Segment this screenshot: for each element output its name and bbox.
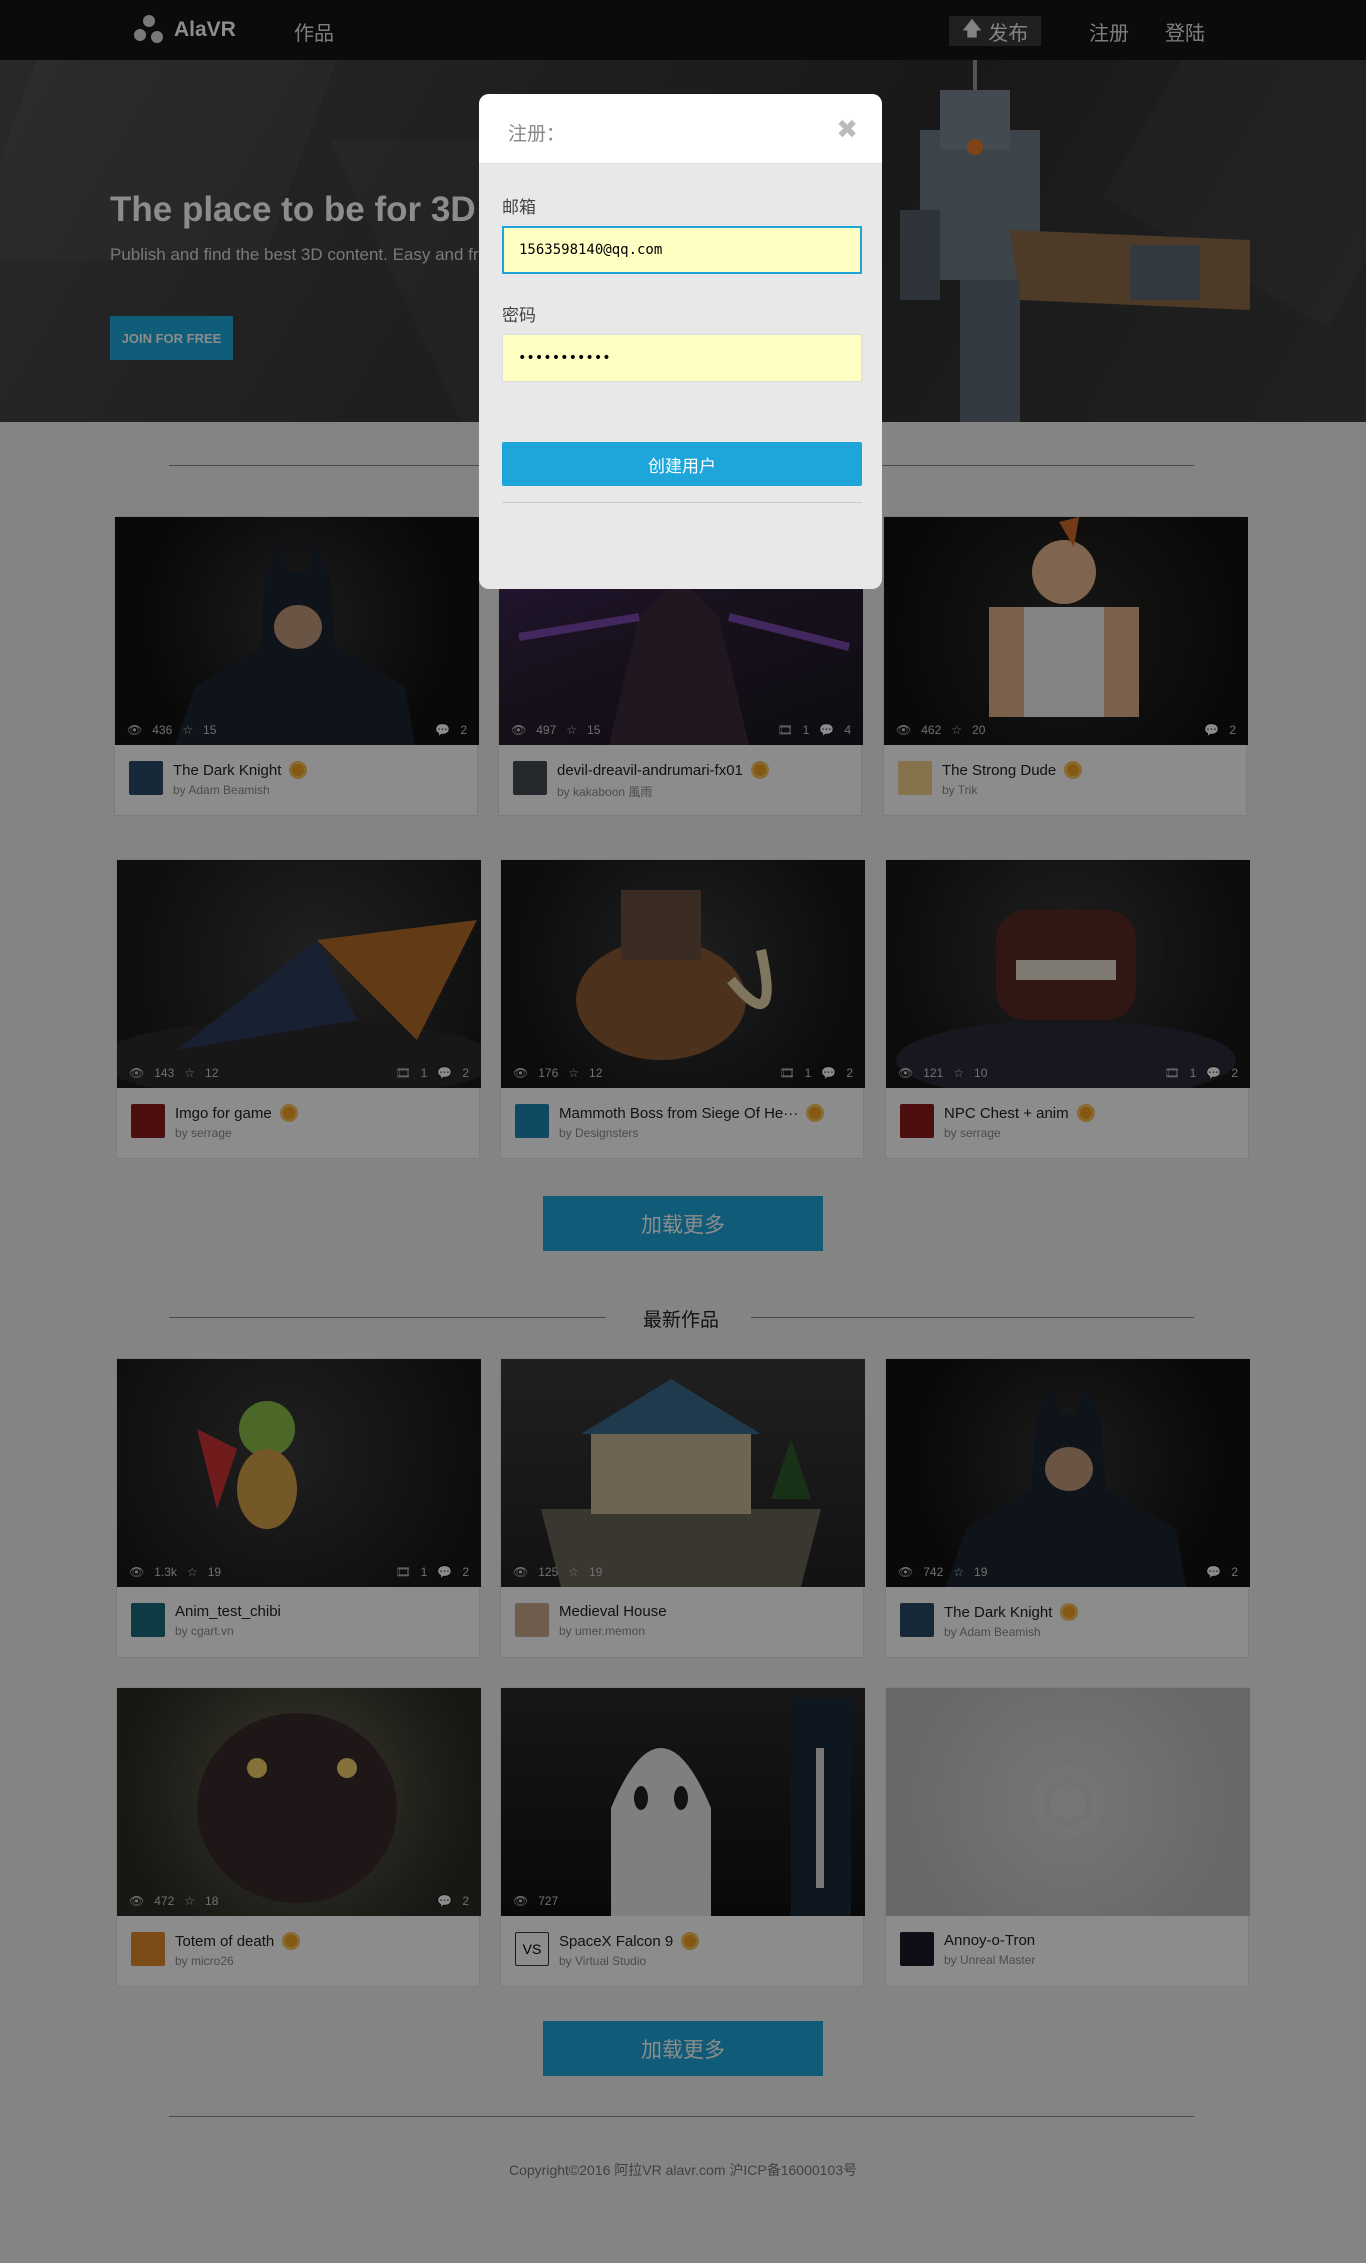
modal-header: 注册： ✖ (479, 94, 882, 164)
modal-divider (502, 502, 862, 503)
register-modal: 注册： ✖ 邮箱 密码 创建用户 (479, 94, 882, 589)
email-label: 邮箱 (502, 198, 536, 217)
modal-title: 注册： (508, 124, 566, 145)
create-user-button[interactable]: 创建用户 (502, 442, 862, 486)
password-field[interactable] (502, 334, 862, 382)
email-field[interactable] (502, 226, 862, 274)
password-label: 密码 (502, 306, 536, 325)
close-icon[interactable]: ✖ (836, 114, 858, 145)
